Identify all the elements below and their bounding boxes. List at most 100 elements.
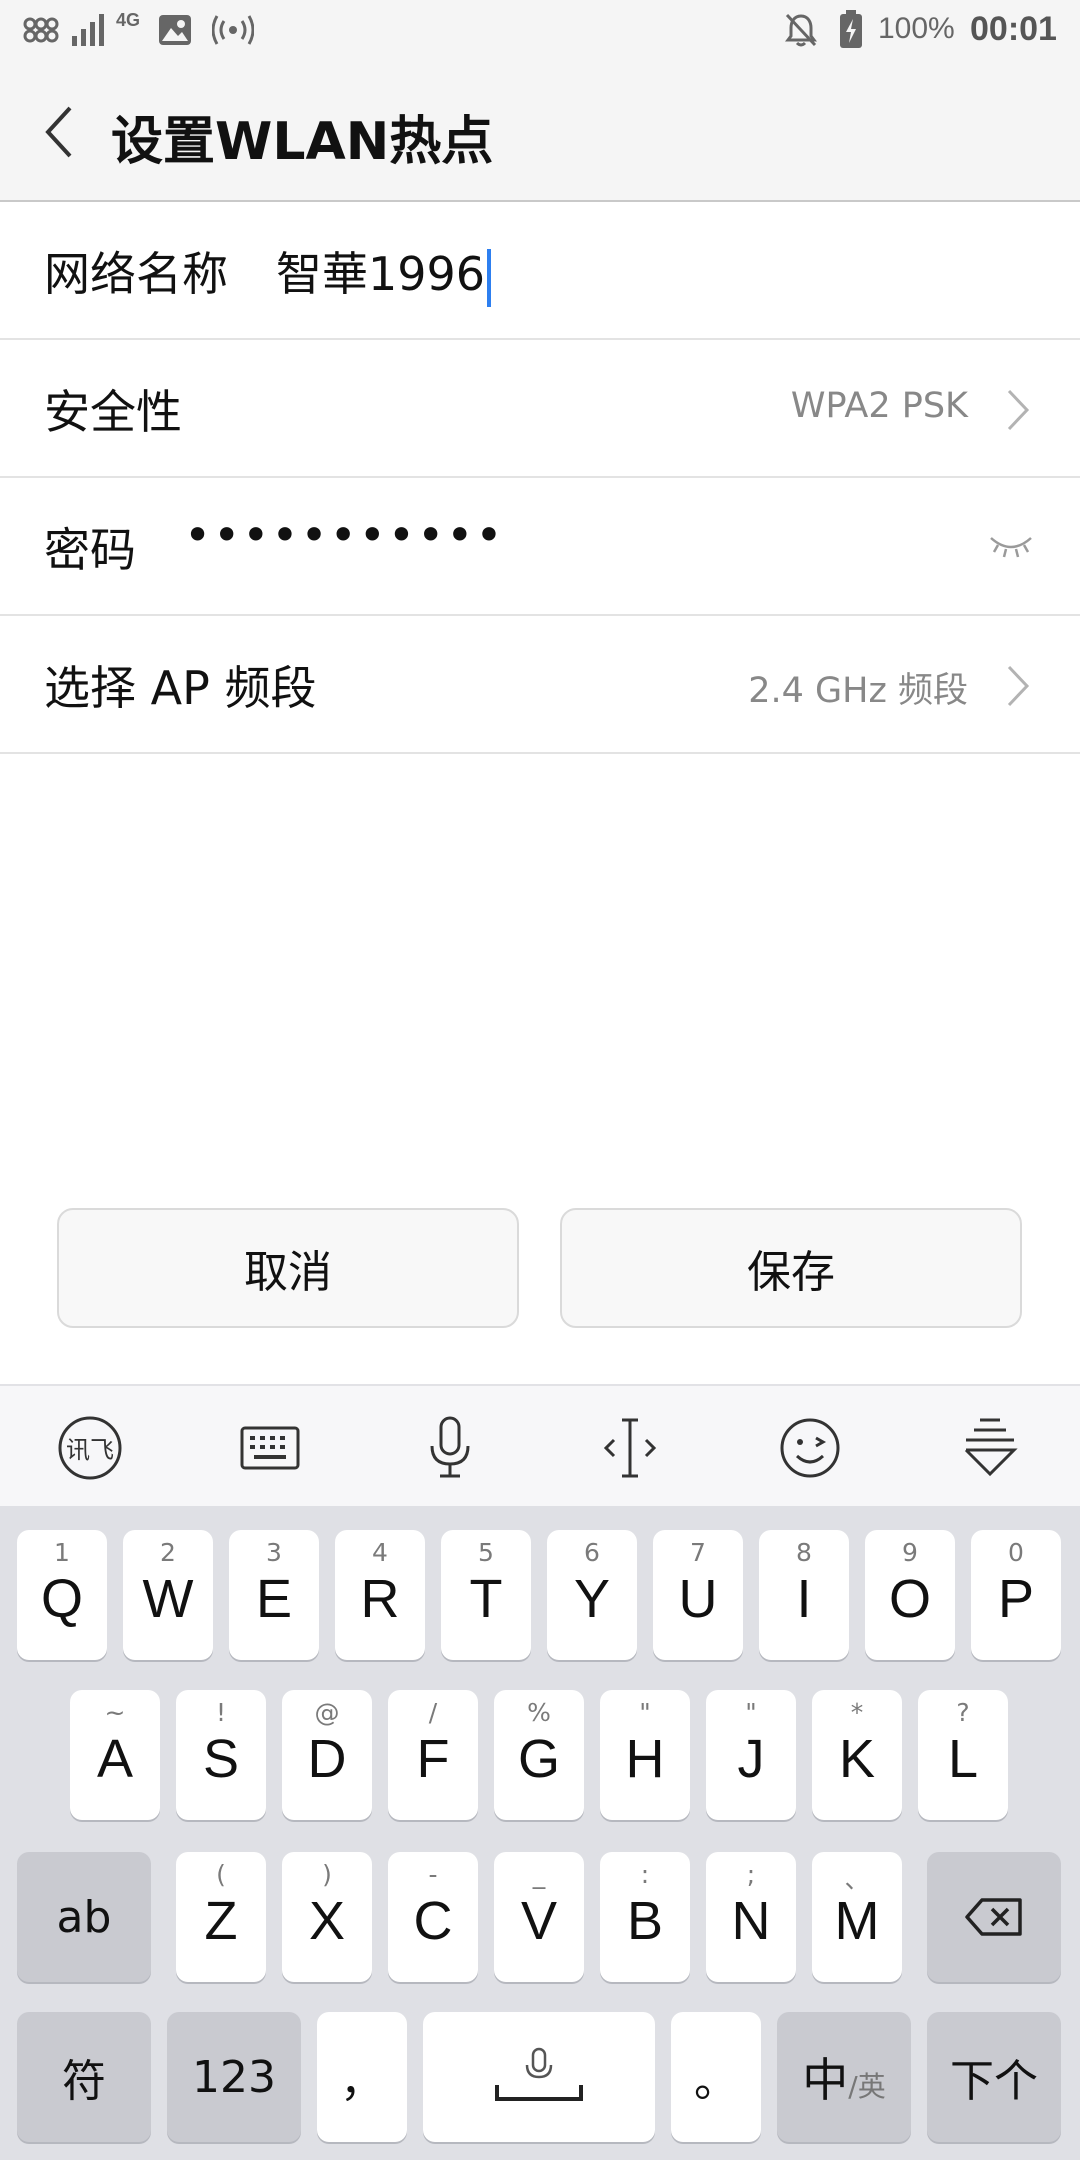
space-key[interactable] <box>423 2012 655 2142</box>
key-label: J <box>737 1729 765 1789</box>
hotspot-icon <box>211 14 255 50</box>
period-key-label: 。 <box>694 2056 738 2107</box>
security-value: WPA2 PSK <box>790 386 968 426</box>
key-label: M <box>834 1891 880 1951</box>
key-label: P <box>997 1569 1035 1629</box>
key-label: V <box>520 1891 558 1951</box>
key-o[interactable]: 9O <box>865 1530 955 1660</box>
key-u[interactable]: 7U <box>653 1530 743 1660</box>
comma-key-label: ， <box>340 2056 384 2107</box>
symbols-key[interactable]: 符 <box>17 2012 151 2142</box>
back-arrow-icon[interactable] <box>40 104 80 160</box>
key-k[interactable]: * K <box>812 1690 902 1820</box>
microphone-icon[interactable] <box>410 1408 490 1488</box>
space-mic-icon <box>423 2012 655 2142</box>
lang-main: 中 <box>802 2053 849 2107</box>
key-label: Q <box>40 1569 83 1629</box>
network-name-value: 智華1996 <box>276 247 486 301</box>
key-b[interactable]: :B <box>600 1852 690 1982</box>
key-label: W <box>142 1569 194 1629</box>
numbers-key[interactable]: 123 <box>167 2012 301 2142</box>
save-button[interactable]: 保存 <box>560 1208 1022 1328</box>
next-key[interactable]: 下个 <box>927 2012 1061 2142</box>
key-d[interactable]: @ D <box>282 1690 372 1820</box>
key-label: L <box>947 1729 979 1789</box>
key-hint: / <box>428 1698 438 1727</box>
key-p[interactable]: 0P <box>971 1530 1061 1660</box>
ap-band-value: 2.4 GHz 频段 <box>748 671 968 711</box>
cursor-move-icon[interactable] <box>590 1408 670 1488</box>
key-x[interactable]: ) X <box>282 1852 372 1982</box>
chevron-right-icon <box>1006 664 1030 708</box>
key-c[interactable]: -C <box>388 1852 478 1982</box>
key-label: D <box>307 1729 347 1789</box>
eye-closed-icon[interactable] <box>988 530 1034 564</box>
comma-key[interactable]: ， <box>317 2012 407 2142</box>
mute-notification-icon <box>784 12 818 52</box>
carrier-icon <box>20 14 62 50</box>
key-v[interactable]: _ V <box>494 1852 584 1982</box>
key-label: K <box>838 1729 876 1789</box>
key-m[interactable]: 、 M <box>812 1852 902 1982</box>
key-f[interactable]: / F <box>388 1690 478 1820</box>
key-w[interactable]: 2W <box>123 1530 213 1660</box>
key-label: R <box>360 1569 400 1629</box>
key-e[interactable]: 3E <box>229 1530 319 1660</box>
key-hint: " <box>745 1698 757 1727</box>
key-r[interactable]: 4R <box>335 1530 425 1660</box>
ap-band-row[interactable]: 选择 AP 频段 2.4 GHz 频段 <box>0 616 1080 754</box>
keyboard-icon[interactable] <box>230 1408 310 1488</box>
password-row[interactable]: 密码 ••••••••••• <box>0 478 1080 616</box>
key-hint: - <box>428 1860 438 1889</box>
network-name-input[interactable]: 智華1996 <box>276 238 492 307</box>
key-l[interactable]: ? L <box>918 1690 1008 1820</box>
key-hint: 6 <box>584 1538 600 1567</box>
key-label: E <box>255 1569 293 1629</box>
key-s[interactable]: ! S <box>176 1690 266 1820</box>
key-y[interactable]: 6Y <box>547 1530 637 1660</box>
key-hint: ? <box>956 1698 970 1727</box>
lang-sub: /英 <box>848 2070 886 2103</box>
chevron-right-icon <box>1006 388 1030 432</box>
keyboard-toolbar: 讯飞 <box>0 1384 1080 1506</box>
key-z[interactable]: (Z <box>176 1852 266 1982</box>
key-h[interactable]: " H <box>600 1690 690 1820</box>
key-q[interactable]: 1Q <box>17 1530 107 1660</box>
clock: 00:01 <box>970 10 1057 48</box>
password-label: 密码 <box>44 523 136 577</box>
security-row[interactable]: 安全性 WPA2 PSK <box>0 340 1080 478</box>
key-hint: 8 <box>796 1538 812 1567</box>
key-hint: ~ <box>104 1698 126 1727</box>
key-hint: 7 <box>690 1538 706 1567</box>
security-label: 安全性 <box>44 385 182 439</box>
next-key-label: 下个 <box>950 2056 1038 2107</box>
key-hint: 4 <box>372 1538 388 1567</box>
backspace-key[interactable] <box>927 1852 1061 1982</box>
network-name-row[interactable]: 网络名称 智華1996 <box>0 202 1080 340</box>
key-hint: ) <box>322 1860 332 1889</box>
language-switch-key[interactable]: 中/英 <box>777 2012 911 2142</box>
key-n[interactable]: ; N <box>706 1852 796 1982</box>
key-a[interactable]: ~ A <box>70 1690 160 1820</box>
ifly-logo-icon[interactable]: 讯飞 <box>50 1408 130 1488</box>
key-label: C <box>413 1891 453 1951</box>
key-hint: 2 <box>160 1538 176 1567</box>
key-hint: 1 <box>54 1538 70 1567</box>
ap-band-label: 选择 AP 频段 <box>44 661 317 715</box>
numbers-key-label: 123 <box>192 2051 276 2103</box>
keyboard: 1Q2W3E4R5T6Y7U8I9O0P ~ A! S @ D / F% G " H " J * K? L … <box>0 1506 1080 2160</box>
key-g[interactable]: % G <box>494 1690 584 1820</box>
status-bar: 4G 100% 00:01 <box>0 0 1080 62</box>
key-j[interactable]: " J <box>706 1690 796 1820</box>
emoji-icon[interactable] <box>770 1408 850 1488</box>
key-t[interactable]: 5T <box>441 1530 531 1660</box>
hide-keyboard-icon[interactable] <box>950 1408 1030 1488</box>
key-hint: " <box>639 1698 651 1727</box>
shift-key[interactable]: ab <box>17 1852 151 1982</box>
key-hint: ! <box>215 1698 227 1727</box>
password-input[interactable]: ••••••••••• <box>184 508 504 562</box>
cancel-button[interactable]: 取消 <box>57 1208 519 1328</box>
page-title: 设置WLAN热点 <box>111 112 494 172</box>
period-key[interactable]: 。 <box>671 2012 761 2142</box>
key-i[interactable]: 8I <box>759 1530 849 1660</box>
